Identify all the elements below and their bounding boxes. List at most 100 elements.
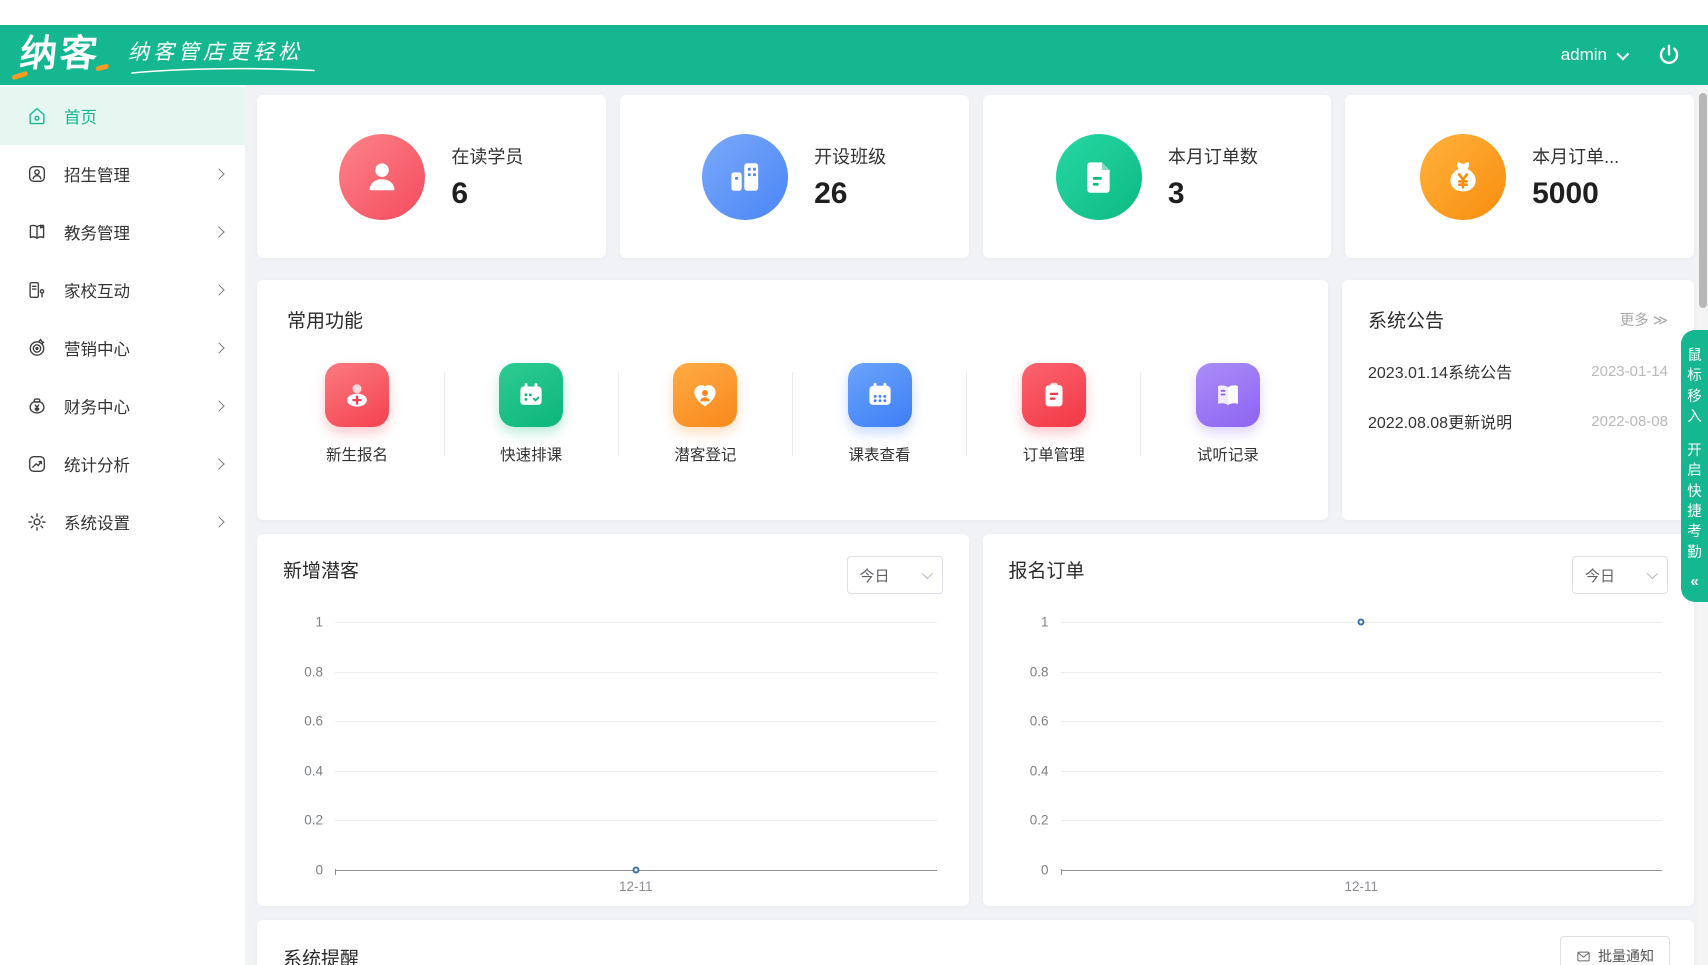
- y-tick-label: 0.2: [1030, 813, 1049, 828]
- sidebar-item-label: 统计分析: [64, 452, 130, 476]
- student-icon: [339, 134, 425, 220]
- data-point: [632, 867, 639, 874]
- chevron-right-icon: [213, 342, 224, 353]
- sidebar-item-academic[interactable]: 教务管理: [0, 203, 245, 261]
- sidebar-item-label: 财务中心: [64, 394, 130, 418]
- gridline: [335, 622, 937, 623]
- statistics-icon: [26, 453, 48, 475]
- quick-item-label: 新生报名: [326, 443, 388, 465]
- notice-item-date: 2022-08-08: [1591, 413, 1668, 430]
- gridline: [1061, 820, 1663, 821]
- divider: [966, 372, 967, 456]
- sidebar-item-label: 系统设置: [64, 510, 130, 534]
- logout-button[interactable]: [1656, 42, 1682, 68]
- gridline: [1061, 672, 1663, 673]
- chevron-down-icon: [1647, 568, 1658, 579]
- sidebar-item-label: 首页: [64, 104, 97, 128]
- tagline-underline-swoosh: [128, 66, 318, 76]
- quick-functions-title: 常用功能: [287, 306, 1298, 333]
- chart-plot-area: 10.80.60.40.2012-11: [1061, 622, 1663, 870]
- quick-item-order-management[interactable]: 订单管理: [984, 363, 1124, 465]
- chevron-right-icon: [213, 168, 224, 179]
- y-tick-label: 0.4: [304, 763, 323, 778]
- quick-item-trial-records[interactable]: 试听记录: [1158, 363, 1298, 465]
- home-school-icon: [26, 279, 48, 301]
- x-tick-label: 12-11: [619, 879, 653, 894]
- brand-tagline-text: 纳客管店更轻松: [128, 36, 318, 66]
- chevron-right-icon: [213, 516, 224, 527]
- sidebar-item-label: 家校互动: [64, 278, 130, 302]
- batch-notify-label: 批量通知: [1598, 946, 1654, 965]
- axis-tick: [1061, 869, 1062, 875]
- side-tab-text: 开启快捷考勤: [1687, 441, 1702, 563]
- username: admin: [1561, 45, 1607, 65]
- stat-label: 本月订单数: [1168, 143, 1258, 169]
- calendar-icon: [848, 363, 912, 427]
- data-point: [1358, 619, 1365, 626]
- user-menu[interactable]: admin: [1561, 45, 1626, 65]
- date-range-value: 今日: [860, 565, 890, 586]
- class-icon: [702, 134, 788, 220]
- stats-row: 在读学员 6 开设班级: [257, 95, 1694, 258]
- chevron-right-icon: [213, 458, 224, 469]
- sidebar-item-marketing[interactable]: 营销中心: [0, 319, 245, 377]
- sidebar-item-admissions[interactable]: 招生管理: [0, 145, 245, 203]
- notice-row[interactable]: 2022.08.08更新说明 2022-08-08: [1368, 409, 1668, 433]
- quick-attendance-side-tab[interactable]: 鼠标移入 开启快捷考勤 «: [1681, 330, 1708, 602]
- y-tick-label: 0.6: [304, 714, 323, 729]
- academic-icon: [26, 221, 48, 243]
- notice-item-date: 2023-01-14: [1591, 363, 1668, 380]
- scrollbar-thumb[interactable]: [1699, 93, 1707, 308]
- quick-item-prospect-register[interactable]: 潜客登记: [635, 363, 775, 465]
- chevron-right-icon: [213, 284, 224, 295]
- stat-value: 26: [814, 177, 886, 211]
- divider: [444, 372, 445, 456]
- app-header: 纳客 纳客管店更轻松 admin: [0, 25, 1708, 85]
- stat-value: 5000: [1532, 177, 1619, 211]
- chart-plot-area: 10.80.60.40.2012-11: [335, 622, 937, 870]
- reminder-title: 系统提醒: [283, 949, 359, 965]
- new-prospects-chart-card: 新增潜客 今日 10.80.60.40.2012-11: [257, 534, 969, 906]
- stat-card-month-orders: 本月订单数 3: [983, 95, 1332, 258]
- open-book-icon: [1196, 363, 1260, 427]
- quick-item-timetable[interactable]: 课表查看: [810, 363, 950, 465]
- sidebar-item-finance[interactable]: 财务中心: [0, 377, 245, 435]
- power-icon: [1656, 42, 1682, 68]
- chevron-down-icon: [1617, 47, 1630, 60]
- stat-label: 开设班级: [814, 143, 886, 169]
- date-range-select[interactable]: 今日: [1572, 556, 1668, 594]
- admissions-icon: [26, 163, 48, 185]
- collapse-chevron-icon: «: [1690, 573, 1698, 590]
- sidebar-item-statistics[interactable]: 统计分析: [0, 435, 245, 493]
- batch-notify-button[interactable]: 批量通知: [1560, 936, 1670, 965]
- stat-card-month-amount: 本月订单... 5000: [1345, 95, 1694, 258]
- enroll-orders-chart-card: 报名订单 今日 10.80.60.40.2012-11: [983, 534, 1695, 906]
- quick-item-new-student[interactable]: 新生报名: [287, 363, 427, 465]
- brand-logo-text: 纳客: [18, 33, 102, 74]
- quick-functions-panel: 常用功能 新生报名: [257, 280, 1328, 520]
- y-tick-label: 0: [315, 863, 323, 878]
- date-range-select[interactable]: 今日: [847, 556, 943, 594]
- quick-item-label: 潜客登记: [674, 443, 736, 465]
- gridline: [1061, 771, 1663, 772]
- sidebar-item-home-school[interactable]: 家校互动: [0, 261, 245, 319]
- new-student-icon: [325, 363, 389, 427]
- y-tick-label: 1: [1041, 615, 1049, 630]
- sidebar-item-label: 营销中心: [64, 336, 130, 360]
- chevron-down-icon: [921, 568, 932, 579]
- notice-more-link[interactable]: 更多 ≫: [1620, 309, 1668, 330]
- gridline: [1061, 721, 1663, 722]
- gridline: [335, 820, 937, 821]
- notice-row[interactable]: 2023.01.14系统公告 2023-01-14: [1368, 359, 1668, 383]
- x-axis-line: [1061, 870, 1663, 871]
- home-icon: [26, 105, 48, 127]
- quick-item-label: 课表查看: [849, 443, 911, 465]
- axis-tick: [335, 869, 336, 875]
- quick-items: 新生报名: [287, 363, 1298, 465]
- settings-icon: [26, 511, 48, 533]
- divider: [1140, 372, 1141, 456]
- sidebar-item-settings[interactable]: 系统设置: [0, 493, 245, 551]
- quick-item-fast-scheduling[interactable]: 快速排课: [461, 363, 601, 465]
- marketing-icon: [26, 337, 48, 359]
- sidebar-item-home[interactable]: 首页: [0, 87, 245, 145]
